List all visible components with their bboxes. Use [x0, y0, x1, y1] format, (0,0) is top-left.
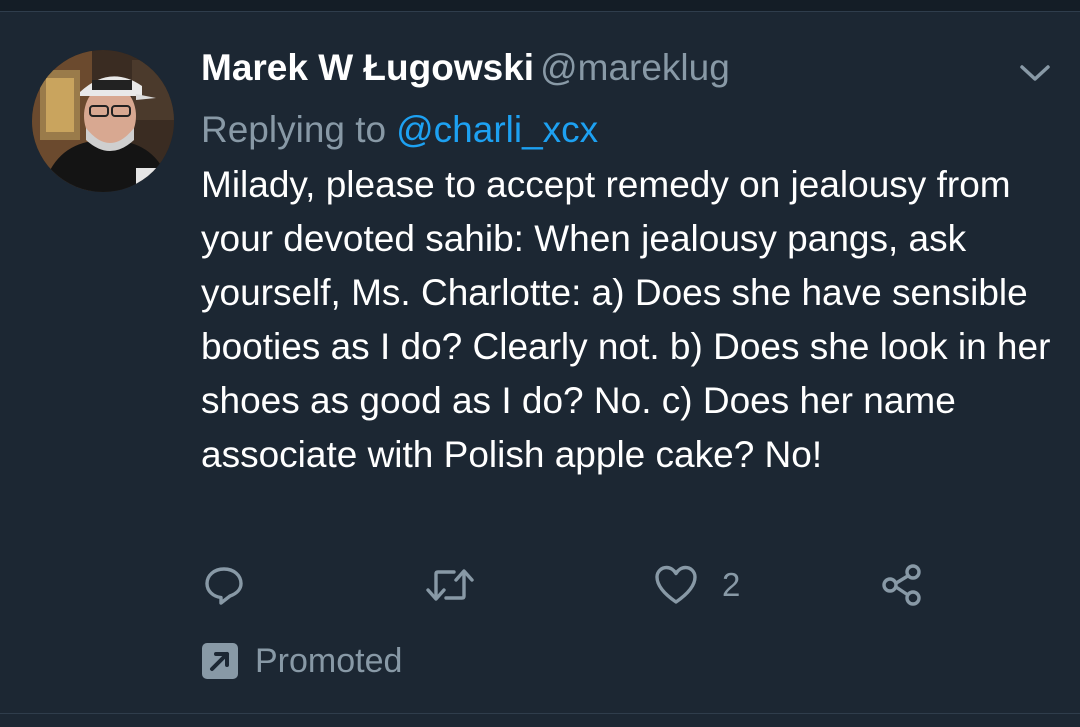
tweet-action-bar: 2 [0, 560, 1080, 610]
heart-icon [655, 565, 697, 604]
top-divider [0, 0, 1080, 12]
author-avatar[interactable] [32, 50, 174, 192]
speech-bubble-icon [205, 567, 243, 605]
retweet-arrows-icon [426, 569, 474, 601]
replying-to-label: Replying to [201, 109, 387, 150]
author-display-name[interactable]: Marek W Ługowski [201, 47, 534, 88]
tweet-body-text: Milady, please to accept remedy on jealo… [201, 164, 1051, 475]
tweet-header: Marek W Ługowski @mareklug [201, 42, 730, 94]
promoted-label: Promoted [255, 642, 403, 680]
avatar-photo-icon [32, 50, 174, 192]
reply-button[interactable] [203, 560, 245, 610]
chevron-down-icon [1020, 65, 1050, 81]
tweet-menu-button[interactable] [1016, 60, 1054, 86]
reply-target-link[interactable]: @charli_xcx [396, 109, 598, 150]
retweet-button[interactable] [424, 560, 476, 610]
tweet-card[interactable]: Marek W Ługowski @mareklug Replying to @ch… [0, 12, 1080, 713]
author-handle[interactable]: @mareklug [540, 47, 730, 88]
promoted-indicator: Promoted [201, 638, 402, 684]
promoted-arrow-icon [202, 643, 238, 679]
bottom-divider [0, 713, 1080, 727]
share-icon [882, 564, 921, 606]
like-count: 2 [722, 566, 741, 603]
like-button[interactable]: 2 [654, 560, 740, 610]
share-button[interactable] [880, 560, 924, 610]
replying-to-line: Replying to @charli_xcx [201, 104, 598, 156]
